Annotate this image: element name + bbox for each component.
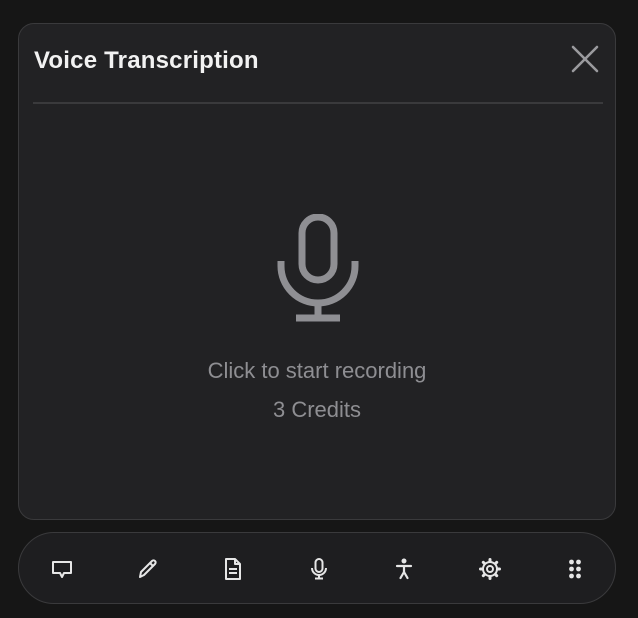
accessibility-button[interactable] (386, 551, 422, 587)
gear-icon (479, 558, 501, 580)
start-recording-prompt: Click to start recording (207, 358, 427, 383)
more-apps-button[interactable] (557, 551, 593, 587)
microphone-icon (277, 214, 359, 322)
voice-transcription-dialog: Voice Transcription Click to start recor… (18, 23, 616, 520)
settings-button[interactable] (472, 551, 508, 587)
chat-button[interactable] (44, 551, 80, 587)
chat-bubble-icon (52, 561, 72, 578)
dialog-title: Voice Transcription (34, 47, 259, 74)
accessibility-icon (395, 558, 413, 580)
document-icon (225, 558, 241, 580)
dialog-header: Voice Transcription (33, 24, 603, 104)
close-icon (571, 45, 599, 73)
document-button[interactable] (215, 551, 251, 587)
microphone-icon (311, 558, 327, 580)
credits-count: 3 Credits (272, 397, 362, 422)
close-button[interactable] (567, 41, 603, 77)
bottom-toolbar (18, 532, 616, 604)
voice-transcription-button[interactable] (301, 551, 337, 587)
start-recording-area[interactable]: Click to start recording 3 Credits (19, 104, 615, 519)
edit-button[interactable] (130, 551, 166, 587)
grid-dots-icon (569, 559, 581, 579)
pencil-icon (139, 559, 157, 578)
